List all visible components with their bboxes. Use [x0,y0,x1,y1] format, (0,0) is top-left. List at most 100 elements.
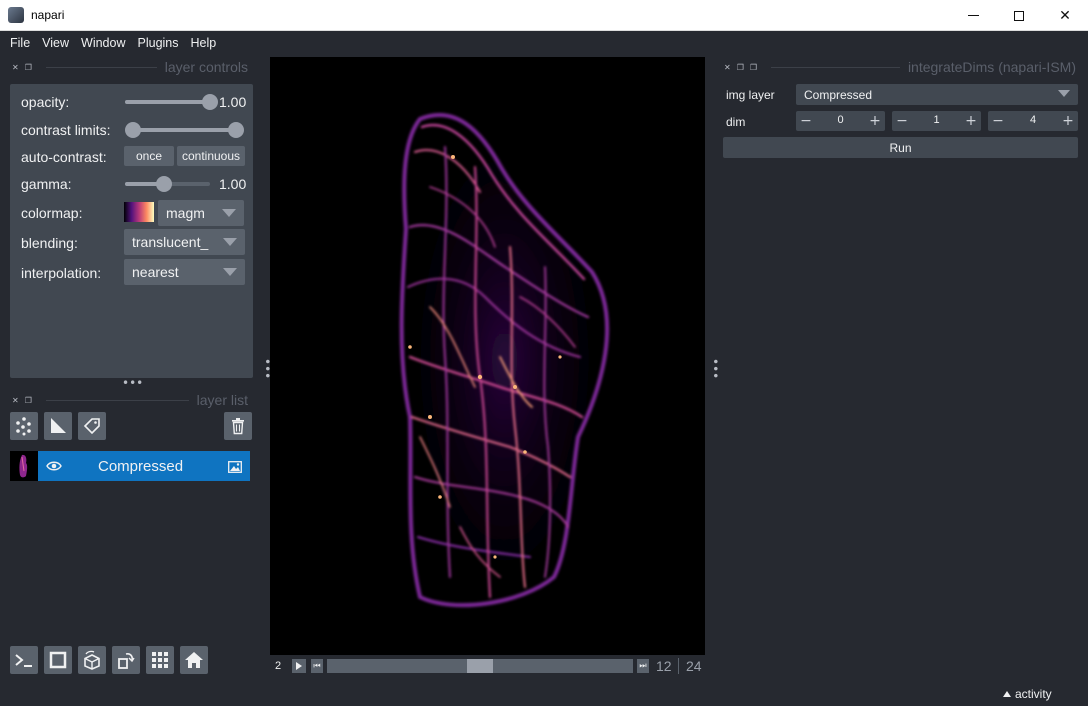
opacity-value[interactable]: 1.00 [219,94,253,110]
cell-image [399,112,610,608]
colormap-label: colormap: [21,205,83,221]
contrast-limits-label: contrast limits: [21,122,111,138]
dock-pin-icon[interactable]: ❐ [750,63,757,72]
gamma-value[interactable]: 1.00 [219,176,253,192]
colormap-value: magm [166,205,205,221]
contrast-limits-high-handle[interactable] [228,122,244,138]
colormap-preview [124,202,154,222]
new-shapes-layer-button[interactable] [44,412,72,440]
blending-dropdown[interactable]: translucent_ [124,229,245,255]
roll-dims-button[interactable] [78,646,106,674]
img-layer-dropdown[interactable]: Compressed [796,84,1078,105]
layer-controls-panel: opacity: 1.00 contrast limits: auto-cont… [10,84,253,378]
right-dock-splitter[interactable]: ••• [708,358,722,379]
maximize-icon [1014,10,1024,21]
dims-current-value[interactable]: 12 [656,658,672,674]
plus-icon[interactable]: + [1058,111,1078,131]
minimize-button[interactable] [950,0,996,31]
dim-spinbox-3[interactable]: − 4 + [988,111,1078,131]
cube-rotate-icon [84,650,100,670]
dims-separator [678,658,679,674]
dim-spinbox-1[interactable]: − 0 + [796,111,885,131]
close-icon: ✕ [1059,7,1071,24]
dim-value-1[interactable]: 0 [816,114,865,126]
play-button[interactable] [292,659,306,673]
menu-file[interactable]: File [4,36,36,50]
menu-view[interactable]: View [36,36,75,50]
minus-icon[interactable]: − [988,111,1008,131]
auto-contrast-continuous-button[interactable]: continuous [177,146,245,166]
console-button[interactable] [10,646,38,674]
contrast-limits-slider[interactable] [133,128,236,132]
run-button[interactable]: Run [723,137,1078,158]
layer-controls-title: layer controls [164,59,248,75]
chevron-down-icon [223,238,237,246]
plus-icon[interactable]: + [961,111,981,131]
activity-button[interactable]: activity [1003,687,1052,701]
shapes-icon [51,418,66,433]
dims-axis-label: 2 [275,660,282,672]
layer-row-compressed[interactable]: Compressed [10,451,250,481]
home-button[interactable] [180,646,208,674]
minimize-icon [967,15,979,16]
opacity-slider-handle[interactable] [202,94,218,110]
plus-icon[interactable]: + [865,111,885,131]
dim-value-2[interactable]: 1 [912,114,961,126]
home-icon [185,652,203,668]
points-icon [16,417,31,436]
dim-spinbox-2[interactable]: − 1 + [892,111,981,131]
dim-value-3[interactable]: 4 [1008,114,1058,126]
colormap-dropdown[interactable]: magm [158,200,244,226]
dock-float-icon[interactable]: ❐ [737,63,744,72]
new-labels-layer-button[interactable] [78,412,106,440]
tag-icon [83,418,100,435]
chevron-down-icon [1058,90,1070,97]
dock-float-icon[interactable]: ❐ [25,63,32,72]
dock-float-icon[interactable]: ❐ [25,396,32,405]
contrast-limits-low-handle[interactable] [125,122,141,138]
interpolation-value: nearest [132,264,179,280]
step-forward-icon: ⏭ [639,661,647,670]
dims-slider-handle[interactable] [467,659,493,673]
step-back-icon: ⏮ [313,661,321,670]
interpolation-dropdown[interactable]: nearest [124,259,245,285]
close-window-button[interactable]: ✕ [1042,0,1088,31]
menu-plugins[interactable]: Plugins [132,36,185,50]
step-back-button[interactable]: ⏮ [311,659,323,673]
window-title: napari [31,8,65,22]
blending-label: blending: [21,235,78,251]
ndisplay-button[interactable] [44,646,72,674]
layer-controls-header: ✕ ❐ layer controls [12,58,248,76]
dock-close-icon[interactable]: ✕ [724,63,731,72]
eye-icon[interactable] [46,459,62,471]
grid-view-button[interactable] [146,646,174,674]
menu-help[interactable]: Help [185,36,223,50]
delete-layer-button[interactable] [224,412,252,440]
dock-close-icon[interactable]: ✕ [12,396,19,405]
viewer-canvas[interactable] [270,57,705,655]
layer-list-title: layer list [196,392,248,408]
new-points-layer-button[interactable] [10,412,38,440]
layer-name[interactable]: Compressed [98,458,183,475]
opacity-label: opacity: [21,94,70,110]
img-layer-label: img layer [726,88,775,102]
gamma-slider-handle[interactable] [156,176,173,192]
dims-slider-bar: 2 ⏮ ⏭ 12 24 [270,655,705,679]
transpose-dims-button[interactable] [112,646,140,674]
auto-contrast-once-button[interactable]: once [124,146,174,166]
dim-label: dim [726,115,746,129]
menu-window[interactable]: Window [75,36,131,50]
minus-icon[interactable]: − [796,111,816,131]
auto-contrast-label: auto-contrast: [21,149,107,165]
plugin-dock-header: ✕ ❐ ❐ integrateDims (napari-ISM) [724,58,1076,76]
step-forward-button[interactable]: ⏭ [637,659,649,673]
napari-app-icon [8,7,24,23]
chevron-down-icon [222,209,236,217]
maximize-button[interactable] [996,0,1042,31]
image-layer-icon [228,460,242,478]
minus-icon[interactable]: − [892,111,912,131]
gamma-label: gamma: [21,176,72,192]
panel-splitter-handle[interactable]: ••• [122,376,143,390]
img-layer-value: Compressed [804,87,873,102]
dock-close-icon[interactable]: ✕ [12,63,19,72]
